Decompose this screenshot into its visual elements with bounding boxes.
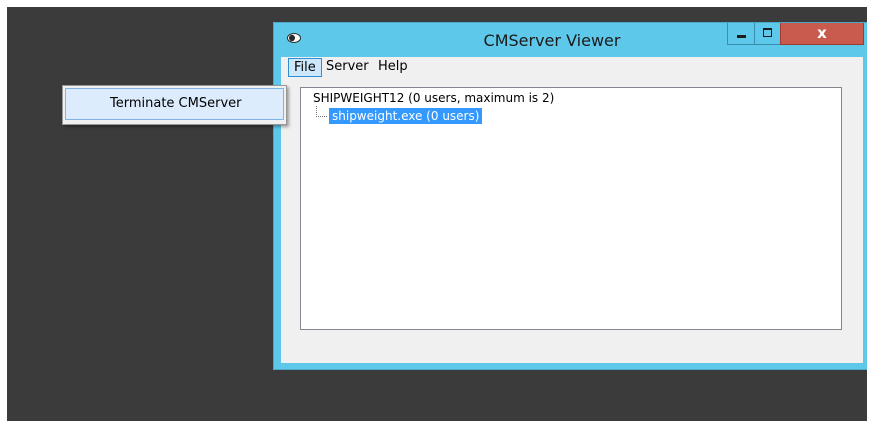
tree-node-application[interactable]: shipweight.exe (0 users): [329, 108, 483, 124]
tree-node-server[interactable]: SHIPWEIGHT12 (0 users, maximum is 2): [313, 91, 554, 105]
file-menu-dropdown: Terminate CMServer: [62, 85, 287, 125]
menu-bar: File Server Help: [281, 57, 863, 79]
cmserver-viewer-window: CMServer Viewer x File Server Help SHIPW…: [273, 22, 867, 370]
desktop-background: CMServer Viewer x File Server Help SHIPW…: [7, 7, 867, 421]
minimize-button[interactable]: [727, 23, 755, 45]
menu-file[interactable]: File: [288, 58, 322, 77]
menu-item-terminate-cmserver[interactable]: Terminate CMServer: [65, 88, 284, 120]
server-tree-view[interactable]: SHIPWEIGHT12 (0 users, maximum is 2) shi…: [300, 87, 842, 330]
menu-help[interactable]: Help: [373, 58, 413, 77]
maximize-button[interactable]: [754, 23, 781, 45]
tree-connector-line: [316, 106, 327, 117]
client-area: File Server Help SHIPWEIGHT12 (0 users, …: [281, 57, 863, 363]
close-icon: x: [817, 24, 827, 42]
title-bar[interactable]: CMServer Viewer x: [274, 23, 867, 57]
menu-server[interactable]: Server: [321, 58, 374, 77]
close-button[interactable]: x: [780, 23, 864, 45]
